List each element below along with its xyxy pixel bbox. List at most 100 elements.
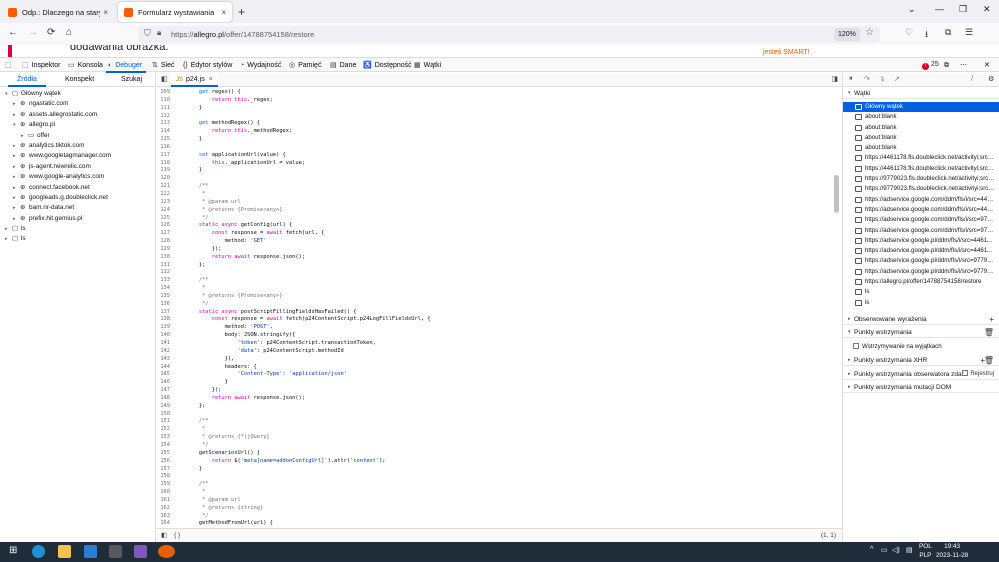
pause-on-exceptions-row[interactable]: Wstrzymywanie na wyjątkach [853,342,942,351]
close-tab-icon[interactable]: × [221,8,226,17]
log-events-checkbox[interactable]: Rejestruj [962,369,994,380]
line-number[interactable]: 151 [157,418,170,426]
thread-item[interactable]: Główny wątek [843,102,999,113]
chevron-right-icon[interactable]: ▸ [5,234,8,244]
code-line[interactable]: 109 get regex() { [157,89,837,97]
code-line[interactable]: 134 * [157,285,837,293]
code-line[interactable]: 162 * @returns {string} [157,505,837,513]
code-line[interactable]: 146 } [157,379,837,387]
code-line[interactable]: 147 }); [157,387,837,395]
mail-icon[interactable] [84,545,97,558]
code-line[interactable]: 140 body: JSON.stringify({ [157,332,837,340]
code-line[interactable]: 144 headers: { [157,364,837,372]
threads-section-header[interactable]: ▾ Wątki [843,88,999,99]
url-bar[interactable]: ⛉ 🔒︎ https://allegro.pl/offer/1478875415… [138,26,880,43]
source-tree-item[interactable]: ▸ ⊕ prefix.hit.gemius.pl [0,214,156,224]
line-number[interactable]: 126 [157,222,170,230]
step-out-icon[interactable]: ↗ [894,75,900,83]
system-clock[interactable]: 19:43 2023-11-28 [936,543,968,560]
browser-tab-2[interactable]: Formularz wystawiania × [118,2,232,22]
chevron-right-icon[interactable]: ▸ [5,224,8,234]
line-number[interactable]: 134 [157,285,170,293]
line-number[interactable]: 114 [157,128,170,136]
line-number[interactable]: 159 [157,481,170,489]
forward-button[interactable]: → [28,27,38,38]
code-line[interactable]: 163 */ [157,513,837,521]
line-number[interactable]: 125 [157,215,170,223]
step-in-icon[interactable]: ↴ [879,75,885,83]
line-number[interactable]: 109 [157,89,170,97]
line-number[interactable]: 157 [157,466,170,474]
thread-item[interactable]: https://allegro.pl/offer/14788754158/res… [843,277,999,287]
line-number[interactable]: 123 [157,199,170,207]
code-line[interactable]: 153 * @returns {*|jQuery} [157,434,837,442]
line-number[interactable]: 164 [157,520,170,526]
line-number[interactable]: 161 [157,497,170,505]
code-line[interactable]: 127 const response = await fetch(url, { [157,230,837,238]
line-number[interactable]: 143 [157,356,170,364]
code-line[interactable]: 164 getMethodFromUrl(url) { [157,520,837,526]
code-line[interactable]: 128 method: 'GET' [157,238,837,246]
sidebar-toggle-icon[interactable]: ◧ [161,529,167,542]
line-number[interactable]: 140 [157,332,170,340]
tab-memory[interactable]: ◎ Pamięć [289,60,321,71]
thread-item[interactable]: https://9779023.fls.doubleclick.net/acti… [843,184,999,194]
line-number[interactable]: 117 [157,152,170,160]
thread-item[interactable]: https://4461178.fls.doubleclick.net/acti… [843,153,999,163]
line-number[interactable]: 119 [157,167,170,175]
thread-item[interactable]: https://adservice.google.com/ddm/fls/i/s… [843,226,999,236]
line-number[interactable]: 115 [157,136,170,144]
code-line[interactable]: 142 'data': p24ContentScript.methodId [157,348,837,356]
minimize-button[interactable]: — [935,4,944,14]
tab-performance[interactable]: ◔ Wydajność [240,60,281,71]
watch-section-header[interactable]: ▸ Obserwowane wyrażenia + [843,314,999,325]
thread-item[interactable]: https://adservice.google.pl/ddm/fls/i/sr… [843,246,999,256]
line-number[interactable]: 116 [157,144,170,152]
line-number[interactable]: 150 [157,411,170,419]
tab-network[interactable]: ⇅ Sieć [152,60,175,71]
line-number[interactable]: 147 [157,387,170,395]
new-tab-button[interactable]: + [238,5,245,19]
chevron-right-icon[interactable]: ▸ [13,214,16,224]
source-tree-item[interactable]: ▸ ⊕ googleads.g.doubleclick.net [0,193,156,203]
code-line[interactable]: 160 * [157,489,837,497]
tab-sources[interactable]: Źródła [17,76,37,83]
thread-item[interactable]: about:blank [843,112,999,122]
code-line[interactable]: 137 static async postScriptFillingFields… [157,309,837,317]
line-number[interactable]: 120 [157,175,170,183]
line-number[interactable]: 136 [157,301,170,309]
line-number[interactable]: 122 [157,191,170,199]
chevron-right-icon[interactable]: ▸ [13,172,16,182]
chevron-down-icon[interactable]: ▾ [5,89,8,99]
line-number[interactable]: 128 [157,238,170,246]
code-line[interactable]: 117 set applicationUrl(value) { [157,152,837,160]
code-line[interactable]: 135 * @returns {Promise<any>} [157,293,837,301]
reload-button[interactable]: ⟳ [47,27,55,38]
thread-item[interactable]: https://4461178.fls.doubleclick.net/acti… [843,164,999,174]
settings-gear-icon[interactable]: ⚙ [988,75,994,83]
line-number[interactable]: 153 [157,434,170,442]
line-number[interactable]: 154 [157,442,170,450]
line-number[interactable]: 124 [157,207,170,215]
chevron-right-icon[interactable]: ▸ [13,162,16,172]
code-line[interactable]: 112 [157,113,837,121]
line-number[interactable]: 118 [157,160,170,168]
restore-button[interactable]: ❐ [959,4,967,15]
edge-browser-icon[interactable] [32,545,45,558]
thread-item[interactable]: ls [843,298,999,308]
thread-item[interactable]: https://adservice.google.pl/ddm/fls/i/sr… [843,236,999,246]
code-line[interactable]: 131 }; [157,262,837,270]
pause-icon[interactable]: ⏸ [849,75,853,83]
code-line[interactable]: 139 method: 'POST', [157,324,837,332]
toggle-right-pane-icon[interactable]: ◨ [831,75,838,83]
close-window-button[interactable]: ✕ [983,4,991,15]
pocket-icon[interactable]: ♡ [905,27,913,38]
thread-item[interactable]: about:blank [843,133,999,143]
code-line[interactable]: 154 */ [157,442,837,450]
more-options-icon[interactable]: ⋯ [960,60,967,71]
editor-tab-p24js[interactable]: JS p24.js × [171,73,218,87]
line-number[interactable]: 146 [157,379,170,387]
line-number[interactable]: 163 [157,513,170,521]
source-tree-item[interactable]: ▸ ⊕ assets.allegrostatic.com [0,110,156,120]
code-line[interactable]: 151 /** [157,418,837,426]
